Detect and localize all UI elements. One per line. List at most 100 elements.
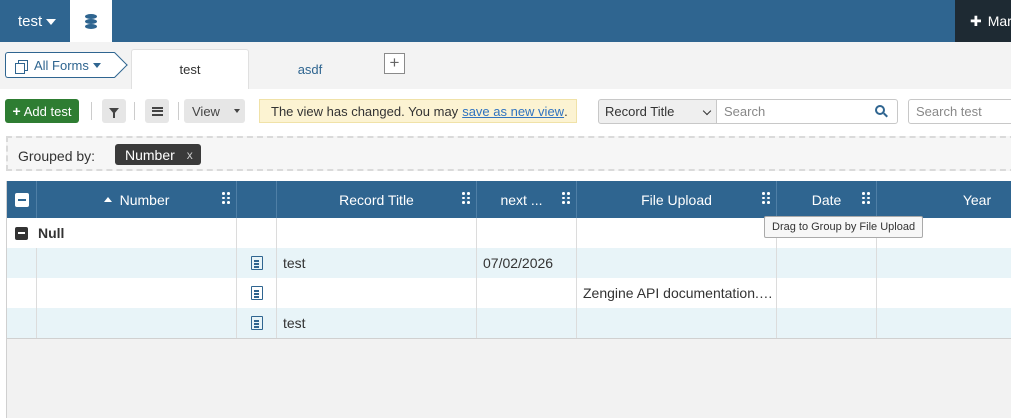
- filter-button[interactable]: [102, 99, 126, 123]
- list-view-button[interactable]: [145, 99, 169, 123]
- list-icon: [151, 106, 163, 116]
- record-icon-cell[interactable]: [237, 278, 277, 308]
- add-tab-button[interactable]: +: [384, 53, 405, 74]
- record-title-cell[interactable]: [277, 278, 477, 308]
- database-icon: [85, 13, 97, 29]
- form-search-box: [908, 99, 1011, 124]
- table-row[interactable]: test: [7, 308, 1011, 338]
- column-header-year[interactable]: Year: [877, 181, 1011, 218]
- column-label: Date: [811, 191, 842, 208]
- column-header-file-upload[interactable]: File Upload: [577, 181, 777, 218]
- form-search-input[interactable]: [909, 100, 1011, 123]
- copy-icon: [15, 59, 28, 74]
- divider: [134, 102, 135, 120]
- chevron-down-icon: [702, 106, 712, 116]
- table-row[interactable]: test 07/02/2026: [7, 248, 1011, 278]
- all-forms-button[interactable]: All Forms: [5, 52, 115, 78]
- grouped-by-label: Grouped by:: [18, 148, 96, 164]
- collapse-all-icon[interactable]: [14, 192, 29, 207]
- table-row[interactable]: Zengine API documentation.pdf: [7, 278, 1011, 308]
- search-box: [716, 99, 898, 124]
- column-label: next ...: [500, 191, 543, 208]
- search-field-value: Record Title: [605, 104, 675, 119]
- drag-handle-icon[interactable]: [222, 192, 230, 204]
- notice-end: .: [564, 103, 568, 119]
- record-icon-cell[interactable]: [237, 308, 277, 338]
- divider: [178, 102, 179, 120]
- tab-test[interactable]: test: [131, 49, 249, 89]
- workspace-switcher[interactable]: test: [5, 0, 67, 42]
- number-cell: [37, 278, 237, 308]
- drag-handle-icon[interactable]: [462, 192, 470, 204]
- search-icon[interactable]: [875, 105, 888, 118]
- column-header-date[interactable]: Date: [777, 181, 877, 218]
- drag-handle-icon[interactable]: [562, 192, 570, 204]
- column-header-number[interactable]: Number: [37, 181, 237, 218]
- file-upload-cell[interactable]: Zengine API documentation.pdf: [577, 278, 777, 308]
- row-select-cell[interactable]: [7, 308, 37, 338]
- date-cell[interactable]: [777, 248, 877, 278]
- group-cell: Null: [7, 218, 237, 248]
- select-all-header[interactable]: [7, 181, 37, 218]
- group-name: Null: [38, 225, 65, 241]
- form-tabs-bar: All Forms test asdf +: [0, 42, 1011, 89]
- divider: [91, 102, 92, 120]
- group-chip-label: Number: [125, 146, 175, 163]
- column-label: Year: [962, 191, 992, 208]
- date-cell[interactable]: [777, 308, 877, 338]
- remove-group-icon[interactable]: x: [187, 148, 193, 162]
- column-header-record-title[interactable]: Record Title: [277, 181, 477, 218]
- group-by-panel[interactable]: Grouped by: Number x: [6, 136, 1011, 171]
- row-select-cell[interactable]: [7, 278, 37, 308]
- record-icon[interactable]: [250, 256, 263, 270]
- add-record-button[interactable]: + Add test: [5, 99, 79, 123]
- filter-icon: [109, 108, 119, 118]
- top-navigation-bar: test ✚ Marketplace: [0, 0, 1011, 42]
- column-header-icon: [237, 181, 277, 218]
- row-select-cell[interactable]: [7, 248, 37, 278]
- record-icon-cell[interactable]: [237, 248, 277, 278]
- file-upload-cell[interactable]: [577, 308, 777, 338]
- records-toolbar: + Add test View The view has changed. Yo…: [0, 89, 1011, 134]
- notice-text: The view has changed. You may: [271, 103, 459, 119]
- marketplace-button[interactable]: ✚ Marketplace: [955, 0, 1011, 42]
- record-title-cell[interactable]: test: [277, 308, 477, 338]
- grid-header: Number Record Title next ... File Upload…: [7, 181, 1011, 218]
- drag-tooltip: Drag to Group by File Upload: [764, 216, 924, 238]
- group-chip-number[interactable]: Number x: [115, 144, 201, 165]
- column-label: File Upload: [641, 191, 712, 208]
- search-input[interactable]: [717, 100, 857, 123]
- next-cell[interactable]: 07/02/2026: [477, 248, 577, 278]
- caret-down-icon: [92, 62, 101, 68]
- column-label: Record Title: [339, 191, 414, 208]
- view-label: View: [192, 103, 220, 119]
- add-record-label: Add test: [23, 103, 72, 119]
- all-forms-label: All Forms: [34, 57, 89, 73]
- sort-ascending-icon: [103, 197, 112, 202]
- plus-icon: +: [12, 103, 21, 119]
- column-label: Number: [119, 191, 170, 208]
- file-upload-cell[interactable]: [577, 248, 777, 278]
- database-tab[interactable]: [70, 0, 112, 42]
- view-dropdown[interactable]: View: [184, 99, 245, 123]
- record-icon[interactable]: [250, 316, 263, 330]
- record-title-cell[interactable]: test: [277, 248, 477, 278]
- drag-handle-icon[interactable]: [762, 192, 770, 204]
- next-cell[interactable]: [477, 278, 577, 308]
- collapse-group-icon[interactable]: [15, 226, 28, 240]
- caret-down-icon: [46, 18, 57, 25]
- save-as-new-view-link[interactable]: save as new view: [462, 104, 564, 119]
- column-header-next[interactable]: next ...: [477, 181, 577, 218]
- search-field-select[interactable]: Record Title: [598, 99, 717, 124]
- number-cell: [37, 248, 237, 278]
- puzzle-icon: ✚: [970, 12, 982, 29]
- number-cell: [37, 308, 237, 338]
- tab-asdf[interactable]: asdf: [270, 49, 350, 89]
- drag-handle-icon[interactable]: [862, 192, 870, 204]
- next-cell[interactable]: [477, 308, 577, 338]
- marketplace-label: Marketplace: [987, 13, 1011, 29]
- workspace-name: test: [18, 12, 43, 30]
- date-cell[interactable]: [777, 278, 877, 308]
- caret-down-icon: [233, 109, 240, 113]
- record-icon[interactable]: [250, 286, 263, 300]
